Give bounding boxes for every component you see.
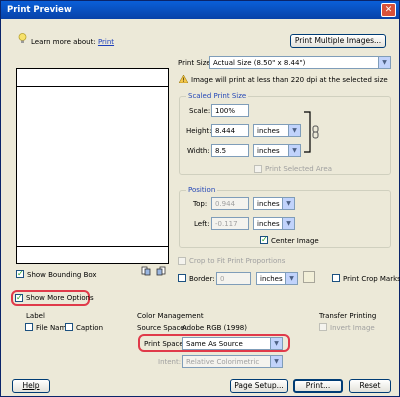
source-space-value: Adobe RGB (1998): [182, 324, 247, 332]
title-bar: Print Preview ✕: [1, 1, 399, 19]
show-more-options-label: Show More Options: [26, 294, 94, 302]
height-label: Height:: [186, 127, 212, 135]
top-label: Top:: [193, 200, 208, 208]
height-unit-value: inches: [257, 127, 280, 135]
chevron-down-icon: ▼: [378, 57, 390, 68]
dpi-warning: Image will print at less than 220 dpi at…: [191, 76, 388, 84]
border-unit-value: inches: [260, 275, 283, 283]
svg-text:!: !: [182, 77, 184, 83]
print-multiple-images-button[interactable]: Print Multiple Images...: [290, 34, 386, 48]
intent-value: Relative Colorimetric: [186, 358, 260, 366]
left-label: Left:: [194, 220, 210, 228]
preview-image-top-edge: [17, 86, 168, 87]
lightbulb-icon: [18, 33, 27, 44]
close-button[interactable]: ✕: [381, 3, 396, 17]
crop-to-fit-label: Crop to Fit Print Proportions: [189, 257, 286, 265]
left-unit-value: inches: [257, 220, 280, 228]
invert-image-label: Invert Image: [330, 324, 375, 332]
file-name-checkbox[interactable]: [25, 323, 33, 331]
source-space-label: Source Space:: [137, 324, 187, 332]
learn-more: Learn more about: Print: [31, 38, 114, 46]
invert-image-checkbox[interactable]: [319, 323, 327, 331]
print-button[interactable]: Print...: [293, 379, 343, 393]
caption-checkbox[interactable]: [65, 323, 73, 331]
width-input[interactable]: 8.5: [211, 144, 249, 157]
preview-image-bottom-edge: [17, 246, 168, 247]
page-setup-button[interactable]: Page Setup...: [230, 379, 288, 393]
height-unit-select[interactable]: inches ▼: [253, 124, 301, 137]
border-checkbox[interactable]: [178, 274, 186, 282]
top-input[interactable]: 0.944: [211, 197, 249, 210]
border-input[interactable]: 0: [216, 272, 251, 285]
left-input[interactable]: -0.117: [211, 217, 249, 230]
rotate-left-icon[interactable]: [141, 266, 151, 276]
chevron-down-icon: ▼: [288, 145, 300, 156]
scaled-print-size-legend: Scaled Print Size: [186, 92, 249, 100]
print-space-label: Print Space:: [144, 340, 187, 348]
center-image-label: Center Image: [271, 237, 319, 245]
print-preview-window: Print Preview ✕ Learn more about: Print …: [0, 0, 400, 397]
print-crop-marks-label: Print Crop Marks: [343, 275, 400, 283]
chevron-down-icon: ▼: [282, 218, 294, 229]
print-preview-area: [16, 68, 169, 264]
print-selected-area-label: Print Selected Area: [265, 165, 333, 173]
constrain-proportions-link-icon[interactable]: [304, 111, 324, 153]
chevron-down-icon: ▼: [288, 125, 300, 136]
center-image-checkbox[interactable]: [260, 235, 268, 244]
intent-label: Intent:: [158, 358, 182, 366]
show-bounding-box-label: Show Bounding Box: [27, 271, 97, 279]
border-unit-select[interactable]: inches ▼: [256, 272, 298, 285]
close-icon: ✕: [384, 5, 393, 15]
print-space-value: Same As Source: [186, 340, 243, 348]
border-label: Border:: [189, 275, 215, 283]
label-section-title: Label: [26, 312, 45, 320]
warning-icon: !: [178, 74, 189, 84]
print-selected-area-checkbox[interactable]: [254, 165, 262, 173]
top-unit-value: inches: [257, 200, 280, 208]
scale-label: Scale:: [189, 107, 211, 115]
print-help-link[interactable]: Print: [98, 38, 114, 46]
top-unit-select[interactable]: inches ▼: [253, 197, 295, 210]
rotate-right-icon[interactable]: [156, 266, 166, 276]
show-bounding-box-checkbox[interactable]: [16, 269, 24, 278]
reset-button[interactable]: Reset: [349, 379, 391, 393]
height-input[interactable]: 8.444: [211, 124, 249, 137]
window-title: Print Preview: [7, 5, 72, 15]
transfer-printing-title: Transfer Printing: [319, 312, 377, 320]
chevron-down-icon: ▼: [285, 273, 297, 284]
width-label: Width:: [187, 147, 210, 155]
position-legend: Position: [186, 186, 218, 194]
print-size-value: Actual Size (8.50" x 8.44"): [213, 59, 306, 67]
caption-label: Caption: [76, 324, 104, 332]
width-unit-select[interactable]: inches ▼: [253, 144, 301, 157]
print-crop-marks-checkbox[interactable]: [332, 274, 340, 282]
learn-more-label: Learn more about:: [31, 38, 96, 46]
print-size-select[interactable]: Actual Size (8.50" x 8.44") ▼: [209, 56, 391, 69]
width-unit-value: inches: [257, 147, 280, 155]
print-space-select[interactable]: Same As Source ▼: [182, 337, 283, 350]
color-management-title: Color Management: [137, 312, 204, 320]
crop-to-fit-checkbox[interactable]: [178, 257, 186, 265]
left-unit-select[interactable]: inches ▼: [253, 217, 295, 230]
chevron-down-icon: ▼: [270, 356, 282, 367]
help-button-label: Help: [22, 381, 40, 390]
print-size-label: Print Size:: [178, 59, 214, 67]
chevron-down-icon: ▼: [282, 198, 294, 209]
help-button[interactable]: Help: [12, 379, 50, 393]
intent-select[interactable]: Relative Colorimetric ▼: [182, 355, 283, 368]
show-more-options-checkbox[interactable]: [15, 293, 23, 302]
chevron-down-icon: ▼: [270, 338, 282, 349]
border-color-swatch[interactable]: [303, 271, 315, 283]
scale-input[interactable]: 100%: [211, 104, 249, 117]
